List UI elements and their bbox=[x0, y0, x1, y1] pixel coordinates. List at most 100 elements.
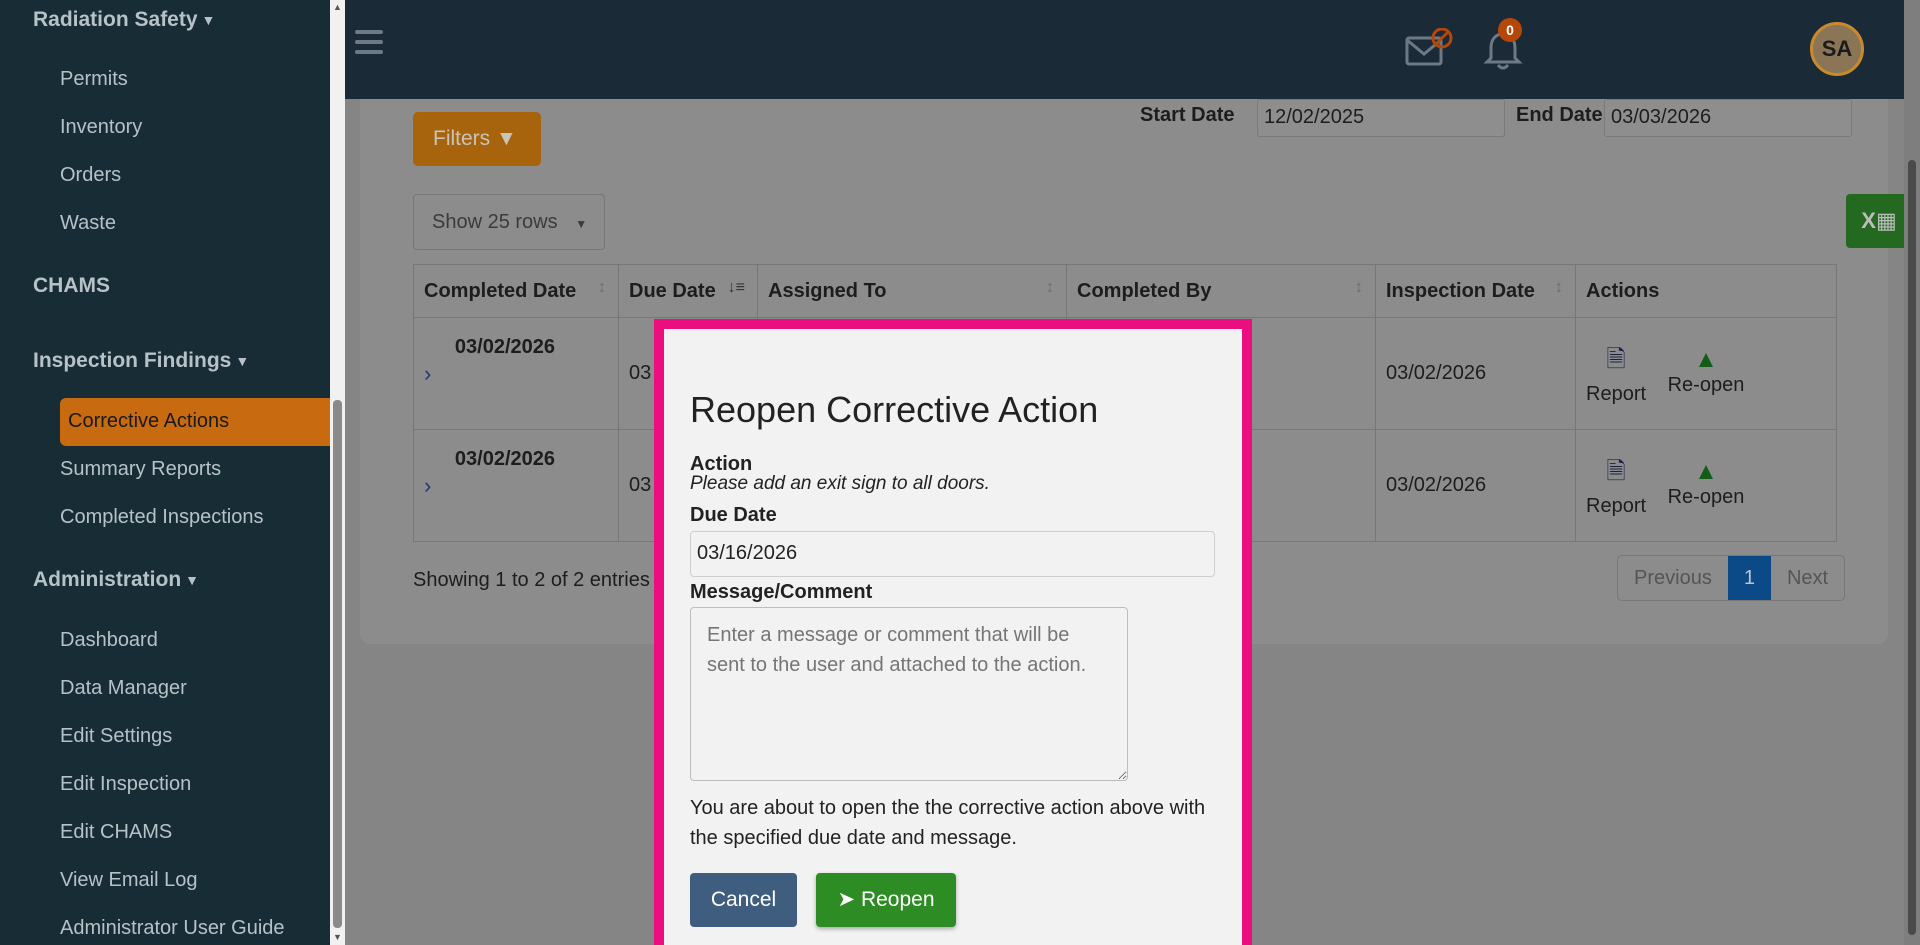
page-1-button[interactable]: 1 bbox=[1727, 556, 1771, 600]
sidebar-item-corrective-actions[interactable]: Corrective Actions bbox=[60, 398, 330, 446]
sort-icon: ↕ bbox=[1555, 279, 1563, 296]
cell-completed-date: › 03/02/2026 bbox=[413, 317, 619, 430]
reopen-modal: Reopen Corrective Action Action Please a… bbox=[654, 319, 1252, 945]
modal-title: Reopen Corrective Action bbox=[690, 389, 1099, 430]
header-label: Assigned To bbox=[768, 279, 887, 302]
sidebar-item-edit-chams[interactable]: Edit CHAMS bbox=[60, 821, 172, 844]
header-label: Completed Date bbox=[424, 279, 577, 302]
reopen-row-button[interactable]: ▲ Re-open bbox=[1668, 458, 1745, 509]
message-label: Message/Comment bbox=[690, 581, 873, 603]
modal-note: You are about to open the the corrective… bbox=[690, 797, 1206, 849]
col-completed-date[interactable]: Completed Date ↕ bbox=[413, 264, 619, 318]
excel-export-button[interactable]: X▦ bbox=[1846, 194, 1912, 248]
modal-body: Reopen Corrective Action Action Please a… bbox=[664, 329, 1242, 945]
reopen-label: Re-open bbox=[1667, 485, 1745, 508]
next-page-button[interactable]: Next bbox=[1771, 556, 1844, 600]
cell-completed-date: › 03/02/2026 bbox=[413, 429, 619, 542]
sidebar-item-dashboard[interactable]: Dashboard bbox=[60, 629, 158, 652]
scroll-up-icon[interactable]: ▲ bbox=[333, 2, 342, 12]
chevron-right-icon[interactable]: › bbox=[424, 361, 431, 386]
sidebar-item-summary-reports[interactable]: Summary Reports bbox=[60, 458, 221, 481]
filters-label: Filters bbox=[433, 127, 491, 150]
sidebar-item-admin-user-guide[interactable]: Administrator User Guide bbox=[60, 917, 285, 940]
sidebar-item-orders[interactable]: Orders bbox=[60, 164, 121, 187]
col-completed-by[interactable]: Completed By ↕ bbox=[1066, 264, 1376, 318]
scroll-down-icon[interactable]: ▼ bbox=[333, 932, 342, 942]
sidebar-item-permits[interactable]: Permits bbox=[60, 68, 128, 91]
sort-icon: ↕ bbox=[1046, 279, 1054, 296]
sort-icon: ↕ bbox=[1355, 279, 1363, 296]
main-scroll-thumb[interactable] bbox=[1908, 160, 1916, 935]
send-icon: ➤ bbox=[837, 888, 856, 911]
sidebar-item-edit-settings[interactable]: Edit Settings bbox=[60, 725, 172, 748]
sidebar-item-edit-inspection[interactable]: Edit Inspection bbox=[60, 773, 191, 796]
header-label: Actions bbox=[1586, 279, 1660, 302]
sidebar-section-inspection-findings[interactable]: Inspection Findings ▼ bbox=[33, 349, 249, 373]
mail-disabled-icon[interactable] bbox=[1405, 28, 1453, 68]
hamburger-menu-icon[interactable] bbox=[355, 30, 383, 54]
start-date-input[interactable]: 12/02/2025 bbox=[1257, 99, 1505, 137]
reopen-row-button[interactable]: ▲ Re-open bbox=[1668, 346, 1745, 397]
reopen-button-label: Reopen bbox=[860, 888, 935, 911]
top-bar: 0 SA bbox=[345, 0, 1904, 99]
sidebar-section-label: Administration bbox=[33, 568, 182, 591]
col-actions: Actions bbox=[1575, 264, 1837, 318]
sidebar-section-radiation-safety[interactable]: Radiation Safety ▼ bbox=[33, 8, 215, 32]
end-date-input[interactable]: 03/03/2026 bbox=[1604, 99, 1852, 137]
header-label: Completed By bbox=[1077, 279, 1212, 302]
caret-down-icon: ▼ bbox=[235, 353, 250, 369]
report-button[interactable]: 🗎 Report bbox=[1586, 454, 1646, 518]
cell-actions: 🗎 Report ▲ Re-open bbox=[1575, 317, 1837, 430]
filter-icon: ▼ bbox=[496, 127, 517, 150]
cell-actions: 🗎 Report ▲ Re-open bbox=[1575, 429, 1837, 542]
sidebar-section-label: Radiation Safety bbox=[33, 8, 198, 31]
sidebar-item-inventory[interactable]: Inventory bbox=[60, 116, 142, 139]
rows-per-page-select[interactable]: Show 25 rows ▼ bbox=[413, 194, 605, 250]
caret-down-icon: ▼ bbox=[201, 12, 216, 28]
sort-desc-icon: ↓≡ bbox=[727, 279, 745, 296]
cell-inspection-date: 03/02/2026 bbox=[1375, 317, 1576, 430]
sidebar-item-completed-inspections[interactable]: Completed Inspections bbox=[60, 506, 263, 529]
sidebar-section-administration[interactable]: Administration ▼ bbox=[33, 568, 199, 592]
sidebar-section-label: Inspection Findings bbox=[33, 349, 232, 372]
caret-down-icon: ▼ bbox=[185, 572, 200, 588]
document-icon: 🗎 bbox=[1606, 345, 1626, 373]
document-icon: 🗎 bbox=[1606, 457, 1626, 485]
header-label: Inspection Date bbox=[1386, 279, 1535, 302]
sort-icon: ↕ bbox=[598, 279, 606, 296]
reopen-button[interactable]: ➤ Reopen bbox=[816, 873, 956, 927]
chevron-right-icon[interactable]: › bbox=[424, 473, 431, 498]
header-label: Due Date bbox=[629, 279, 716, 302]
sidebar-scrollbar[interactable]: ▲ ▼ bbox=[330, 0, 345, 945]
sidebar-item-waste[interactable]: Waste bbox=[60, 212, 116, 235]
sidebar-section-chams[interactable]: CHAMS bbox=[33, 274, 110, 298]
cell-inspection-date: 03/02/2026 bbox=[1375, 429, 1576, 542]
report-label: Report bbox=[1586, 494, 1647, 517]
sidebar-scroll-thumb[interactable] bbox=[333, 400, 342, 928]
avatar[interactable]: SA bbox=[1810, 22, 1864, 76]
rows-select-label: Show 25 rows bbox=[432, 211, 558, 233]
completed-date-value: 03/02/2026 bbox=[454, 447, 555, 470]
notification-badge: 0 bbox=[1498, 18, 1522, 42]
report-button[interactable]: 🗎 Report bbox=[1586, 342, 1646, 406]
table-header-row: Completed Date ↕ Due Date ↓≡ Assigned To ↕ … bbox=[413, 264, 1837, 318]
due-date-label: Due Date bbox=[690, 504, 777, 526]
sidebar: Radiation Safety ▼ Permits Inventory Ord… bbox=[0, 0, 330, 945]
cancel-button[interactable]: Cancel bbox=[690, 873, 797, 927]
completed-date-value: 03/02/2026 bbox=[454, 335, 555, 358]
start-date-label: Start Date bbox=[1140, 104, 1235, 126]
col-assigned-to[interactable]: Assigned To ↕ bbox=[757, 264, 1067, 318]
report-label: Report bbox=[1586, 382, 1647, 405]
message-textarea[interactable] bbox=[690, 607, 1128, 781]
filters-button[interactable]: Filters ▼ bbox=[413, 112, 541, 166]
pagination: Previous 1 Next bbox=[1617, 555, 1846, 601]
reopen-label: Re-open bbox=[1667, 373, 1745, 396]
previous-page-button[interactable]: Previous bbox=[1618, 556, 1728, 600]
due-date-input[interactable]: 03/16/2026 bbox=[690, 531, 1215, 577]
excel-icon: X▦ bbox=[1861, 208, 1897, 233]
main-scrollbar[interactable] bbox=[1904, 0, 1920, 945]
sidebar-item-data-manager[interactable]: Data Manager bbox=[60, 677, 187, 700]
col-inspection-date[interactable]: Inspection Date ↕ bbox=[1375, 264, 1576, 318]
col-due-date[interactable]: Due Date ↓≡ bbox=[618, 264, 758, 318]
sidebar-item-view-email-log[interactable]: View Email Log bbox=[60, 869, 197, 892]
